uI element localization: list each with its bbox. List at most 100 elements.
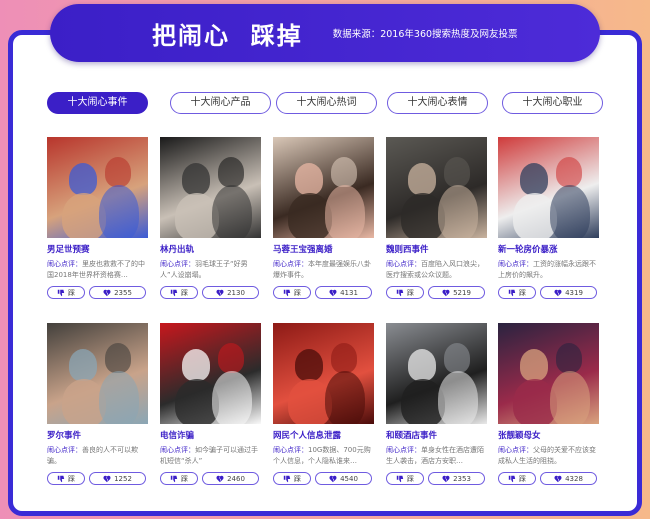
thumbs-down-icon [283, 475, 291, 482]
dislike-count: 5219 [428, 286, 485, 299]
data-source-note: 数据来源：2016年360搜索热度及网友投票 [332, 29, 518, 40]
comment-label: 闹心点评： [47, 446, 82, 454]
card-title[interactable]: 魏则西事件 [386, 243, 487, 255]
dislike-button[interactable]: 踩 [160, 286, 198, 299]
card-title[interactable]: 林丹出轨 [160, 243, 261, 255]
dislike-count: 4540 [315, 472, 372, 485]
event-card[interactable]: 和颐酒店事件 闹心点评：单身女性在酒店遭陌生人袭击，酒店方安职… 踩 2353 [386, 323, 487, 485]
card-actions: 踩 2130 [160, 286, 261, 299]
tab-events[interactable]: 十大闹心事件 [47, 92, 148, 114]
flag-scene-photo[interactable] [47, 137, 148, 238]
dislike-count-value: 2460 [227, 474, 245, 483]
event-card[interactable]: 张靓颖母女 闹心点评：父母的关爱不应该变成私人生活的阻挠。 踩 4328 [498, 323, 599, 485]
comment-label: 闹心点评： [498, 260, 533, 268]
dislike-label: 踩 [294, 474, 301, 483]
header-banner: 把闹心 踩掉 数据来源：2016年360搜索热度及网友投票 [50, 4, 600, 62]
event-card[interactable]: 电信诈骗 闹心点评：如今骗子可以通过手机短信“杀人” 踩 2460 [160, 323, 261, 485]
dislike-count-value: 2130 [227, 288, 245, 297]
broken-heart-icon [103, 289, 111, 296]
comment-label: 闹心点评： [47, 260, 82, 268]
thumbs-down-icon [57, 475, 65, 482]
tab-hot-words[interactable]: 十大闹心热词 [276, 92, 377, 114]
comment-label: 闹心点评： [498, 446, 533, 454]
thumbs-down-icon [170, 289, 178, 296]
tab-jobs[interactable]: 十大闹心职业 [502, 92, 603, 114]
card-description: 闹心点评：父母的关爱不应该变成私人生活的阻挠。 [498, 445, 599, 466]
phone-scam-photo[interactable] [160, 323, 261, 424]
broken-heart-icon [103, 475, 111, 482]
card-actions: 踩 2353 [386, 472, 487, 485]
card-description: 闹心点评：单身女性在酒店遭陌生人袭击，酒店方安职… [386, 445, 487, 466]
tab-emojis[interactable]: 十大闹心表情 [387, 92, 488, 114]
dislike-count-value: 1252 [114, 474, 132, 483]
press-conference-photo[interactable] [386, 323, 487, 424]
thumbs-down-icon [508, 475, 516, 482]
dislike-button[interactable]: 踩 [47, 286, 85, 299]
comment-label: 闹心点评： [160, 446, 195, 454]
comment-label: 闹心点评： [160, 260, 195, 268]
card-title[interactable]: 张靓颖母女 [498, 429, 599, 441]
broken-heart-icon [442, 289, 450, 296]
comment-label: 闹心点评： [386, 446, 421, 454]
dislike-count-value: 5219 [453, 288, 471, 297]
thumbs-down-icon [508, 289, 516, 296]
dislike-label: 踩 [407, 474, 414, 483]
dislike-count: 2130 [202, 286, 259, 299]
card-description: 闹心点评：10G数据、700元购个人信息，个人隐私谁来… [273, 445, 374, 466]
event-card[interactable]: 魏则西事件 闹心点评：百度陷入风口浪尖，医疗搜索或公众议题。 踩 5219 [386, 137, 487, 299]
dislike-label: 踩 [68, 288, 75, 297]
card-actions: 踩 4328 [498, 472, 599, 485]
dislike-count-value: 2353 [453, 474, 471, 483]
dislike-count: 2460 [202, 472, 259, 485]
event-card[interactable]: 马蓉王宝强离婚 闹心点评：本年度最强娱乐八卦爆炸事件。 踩 4131 [273, 137, 374, 299]
dislike-count: 2355 [89, 286, 146, 299]
dislike-button[interactable]: 踩 [386, 472, 424, 485]
dislike-count-value: 4328 [565, 474, 583, 483]
event-card[interactable]: 网民个人信息泄露 闹心点评：10G数据、700元购个人信息，个人隐私谁来… 踩 … [273, 323, 374, 485]
card-description: 闹心点评：如今骗子可以通过手机短信“杀人” [160, 445, 261, 466]
dislike-label: 踩 [68, 474, 75, 483]
crowd-photo[interactable] [498, 137, 599, 238]
tab-products[interactable]: 十大闹心产品 [170, 92, 271, 114]
thumbs-down-icon [170, 475, 178, 482]
card-title[interactable]: 马蓉王宝强离婚 [273, 243, 374, 255]
card-description: 闹心点评：羽毛球王子“好男人”人设崩塌。 [160, 259, 261, 280]
thumbs-down-icon [396, 475, 404, 482]
dislike-label: 踩 [519, 474, 526, 483]
event-card[interactable]: 新一轮房价暴涨 闹心点评：工资的涨幅永远跟不上房价的飙升。 踩 4319 [498, 137, 599, 299]
couple-photo[interactable] [160, 137, 261, 238]
card-actions: 踩 2460 [160, 472, 261, 485]
card-title[interactable]: 电信诈骗 [160, 429, 261, 441]
card-actions: 踩 4131 [273, 286, 374, 299]
dislike-count: 4319 [540, 286, 597, 299]
event-card[interactable]: 林丹出轨 闹心点评：羽毛球王子“好男人”人设崩塌。 踩 2130 [160, 137, 261, 299]
dislike-button[interactable]: 踩 [498, 286, 536, 299]
thumbs-down-icon [396, 289, 404, 296]
dislike-button[interactable]: 踩 [160, 472, 198, 485]
dislike-label: 踩 [407, 288, 414, 297]
dislike-count: 2353 [428, 472, 485, 485]
dislike-label: 踩 [519, 288, 526, 297]
card-title[interactable]: 男足世预赛 [47, 243, 148, 255]
dislike-button[interactable]: 踩 [47, 472, 85, 485]
dislike-label: 踩 [181, 288, 188, 297]
card-title[interactable]: 新一轮房价暴涨 [498, 243, 599, 255]
dislike-count: 4131 [315, 286, 372, 299]
dislike-button[interactable]: 踩 [386, 286, 424, 299]
family-event-photo[interactable] [498, 323, 599, 424]
event-card[interactable]: 男足世预赛 闹心点评：里皮也救救不了的中国2018年世界杯资格赛… 踩 2355 [47, 137, 148, 299]
dislike-button[interactable]: 踩 [273, 286, 311, 299]
couple-selfie-photo[interactable] [273, 137, 374, 238]
padlock-circuit-photo[interactable] [273, 323, 374, 424]
card-title[interactable]: 和颐酒店事件 [386, 429, 487, 441]
event-card[interactable]: 罗尔事件 闹心点评：善良的人不可以欺骗。 踩 1252 [47, 323, 148, 485]
comment-label: 闹心点评： [273, 446, 308, 454]
interview-photo[interactable] [47, 323, 148, 424]
card-title[interactable]: 罗尔事件 [47, 429, 148, 441]
card-title[interactable]: 网民个人信息泄露 [273, 429, 374, 441]
protest-photo[interactable] [386, 137, 487, 238]
broken-heart-icon [554, 475, 562, 482]
dislike-count: 1252 [89, 472, 146, 485]
dislike-button[interactable]: 踩 [498, 472, 536, 485]
dislike-button[interactable]: 踩 [273, 472, 311, 485]
